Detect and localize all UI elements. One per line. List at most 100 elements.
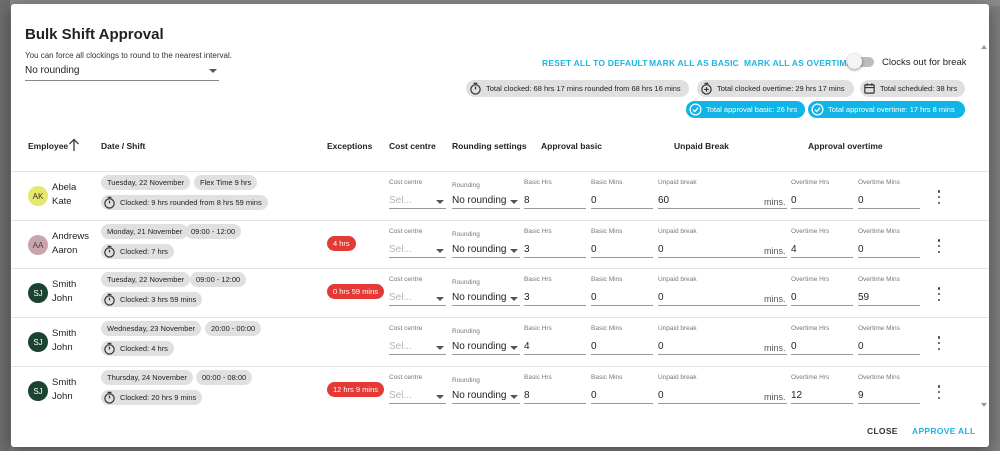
avatar: AK — [28, 186, 48, 206]
clocked-chip: Clocked: 9 hrs rounded from 8 hrs 59 min… — [101, 195, 268, 210]
stopwatch-icon — [470, 82, 481, 95]
basic-hrs-label: Basic Hrs — [524, 228, 552, 235]
column-header-cost-centre: Cost centre — [389, 141, 436, 151]
total-approval-overtime-chip: Total approval overtime: 17 hrs 8 mins — [808, 101, 965, 118]
employee-name: Smith John — [52, 278, 76, 306]
basic-mins-input[interactable]: 0 — [591, 290, 653, 306]
overtime-hrs-label: Overtime Hrs — [791, 179, 830, 186]
rounding-label: Rounding — [452, 231, 480, 238]
overtime-hrs-input[interactable]: 0 — [791, 193, 853, 209]
unpaid-break-value: 0 — [658, 390, 664, 401]
rounding-label: Rounding — [452, 279, 480, 286]
basic-hrs-label: Basic Hrs — [524, 374, 552, 381]
avatar: SJ — [28, 332, 48, 352]
basic-hrs-input[interactable]: 8 — [524, 193, 586, 209]
cost-centre-label: Cost centre — [389, 325, 423, 332]
chevron-down-icon — [510, 346, 518, 350]
more-options-icon[interactable] — [934, 336, 944, 350]
more-options-icon[interactable] — [934, 287, 944, 301]
basic-hrs-input[interactable]: 3 — [524, 242, 586, 258]
basic-hrs-label: Basic Hrs — [524, 276, 552, 283]
column-header-approval-basic: Approval basic — [541, 141, 602, 151]
overtime-mins-input[interactable]: 0 — [858, 193, 920, 209]
shift-time-chip: Flex Time 9 hrs — [194, 175, 258, 190]
avatar: SJ — [28, 381, 48, 401]
basic-hrs-input[interactable]: 4 — [524, 339, 586, 355]
total-approval-basic-text: Total approval basic: 26 hrs — [706, 105, 798, 114]
mins-suffix: mins. — [764, 197, 786, 207]
shift-date-chip: Monday, 21 November — [101, 224, 189, 239]
overtime-hrs-input[interactable]: 0 — [791, 290, 853, 306]
mins-suffix: mins. — [764, 294, 786, 304]
basic-hrs-label: Basic Hrs — [524, 325, 552, 332]
close-button[interactable]: CLOSE — [867, 426, 898, 436]
overtime-hrs-input[interactable]: 0 — [791, 339, 853, 355]
basic-hrs-input[interactable]: 8 — [524, 388, 586, 404]
reset-all-button[interactable]: RESET ALL TO DEFAULT — [542, 58, 648, 68]
overtime-hrs-input[interactable]: 12 — [791, 388, 853, 404]
more-options-icon[interactable] — [934, 190, 944, 204]
overtime-mins-input[interactable]: 59 — [858, 290, 920, 306]
overtime-mins-input[interactable]: 9 — [858, 388, 920, 404]
cost-centre-select[interactable]: Sel... — [389, 242, 446, 258]
employee-name: Abela Kate — [52, 181, 76, 209]
arrow-up-icon[interactable] — [68, 138, 80, 152]
cost-centre-select[interactable]: Sel... — [389, 290, 446, 306]
mark-all-overtime-button[interactable]: MARK ALL AS OVERTIME — [744, 58, 853, 68]
employee-last-name: John — [52, 391, 73, 402]
column-header-approval-overtime: Approval overtime — [808, 141, 883, 151]
cost-centre-label: Cost centre — [389, 374, 423, 381]
overtime-hrs-label: Overtime Hrs — [791, 228, 830, 235]
total-approval-overtime-text: Total approval overtime: 17 hrs 8 mins — [828, 105, 955, 114]
overtime-hrs-input[interactable]: 4 — [791, 242, 853, 258]
employee-last-name: Kate — [52, 196, 72, 207]
rounding-select[interactable]: No rounding — [452, 290, 520, 306]
basic-hrs-input[interactable]: 3 — [524, 290, 586, 306]
cost-centre-select[interactable]: Sel... — [389, 193, 446, 209]
approve-all-button[interactable]: APPROVE ALL — [912, 426, 975, 436]
table-row: SJ Smith John Tuesday, 22 November 09:00 - 1… — [11, 268, 989, 316]
stopwatch-icon — [104, 391, 115, 404]
basic-mins-input[interactable]: 0 — [591, 388, 653, 404]
toggle-knob[interactable] — [847, 54, 862, 69]
rounding-label: Rounding — [452, 377, 480, 384]
global-rounding-select[interactable]: No rounding — [25, 63, 219, 81]
shift-date-chip: Tuesday, 22 November — [101, 272, 191, 287]
more-options-icon[interactable] — [934, 239, 944, 253]
chevron-down-icon — [436, 249, 444, 253]
scroll-up-arrow-icon[interactable] — [981, 45, 987, 49]
column-header-rounding: Rounding settings — [452, 141, 527, 151]
clocked-text: Clocked: 3 hrs 59 mins — [120, 295, 197, 304]
cost-centre-select[interactable]: Sel... — [389, 388, 446, 404]
rounding-value: No rounding — [452, 292, 507, 303]
avatar: SJ — [28, 283, 48, 303]
unpaid-break-label: Unpaid break — [658, 228, 697, 235]
overtime-mins-label: Overtime Mins — [858, 179, 900, 186]
overtime-mins-input[interactable]: 0 — [858, 242, 920, 258]
clocked-chip: Clocked: 20 hrs 9 mins — [101, 390, 203, 405]
employee-last-name: John — [52, 342, 73, 353]
table-row: SJ Smith John Wednesday, 23 November 20:00 -… — [11, 317, 989, 365]
shift-time-chip: 09:00 - 12:00 — [185, 224, 242, 239]
rounding-hint: You can force all clockings to round to … — [25, 51, 232, 60]
column-header-employee[interactable]: Employee — [28, 141, 68, 151]
basic-mins-input[interactable]: 0 — [591, 339, 653, 355]
more-options-icon[interactable] — [934, 385, 944, 399]
basic-mins-input[interactable]: 0 — [591, 193, 653, 209]
rounding-select[interactable]: No rounding — [452, 242, 520, 258]
table-row: SJ Smith John Thursday, 24 November 00:00 - … — [11, 366, 989, 414]
employee-first-name: Andrews — [52, 231, 89, 242]
scroll-down-arrow-icon[interactable] — [981, 403, 987, 407]
employee-last-name: Aaron — [52, 245, 78, 256]
basic-mins-input[interactable]: 0 — [591, 242, 653, 258]
cost-centre-select[interactable]: Sel... — [389, 339, 446, 355]
cost-centre-placeholder: Sel... — [389, 292, 412, 303]
rounding-select[interactable]: No rounding — [452, 388, 520, 404]
scrollbar[interactable] — [981, 44, 986, 406]
mark-all-basic-button[interactable]: MARK ALL AS BASIC — [649, 58, 739, 68]
rounding-select[interactable]: No rounding — [452, 339, 520, 355]
mins-suffix: mins. — [764, 343, 786, 353]
overtime-mins-input[interactable]: 0 — [858, 339, 920, 355]
rounding-select[interactable]: No rounding — [452, 193, 520, 209]
background-sidebar — [0, 0, 10, 451]
